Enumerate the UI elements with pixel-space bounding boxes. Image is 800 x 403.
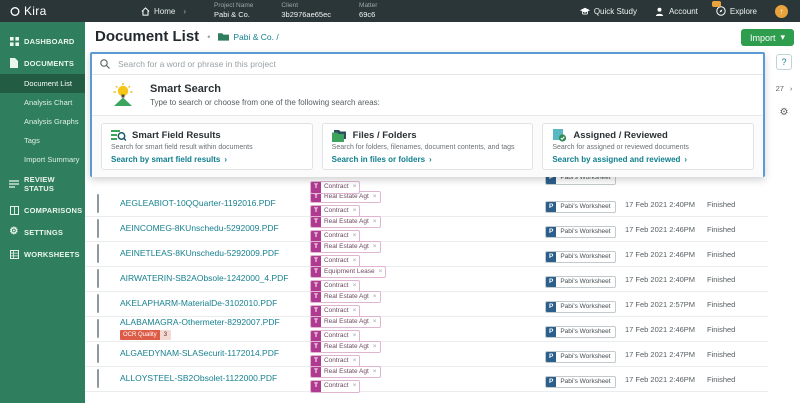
search-by-smart-field-link[interactable]: Search by smart field results › (111, 155, 303, 164)
account-link[interactable]: Account (655, 6, 698, 16)
home-icon (140, 6, 150, 16)
smart-search-subtitle: Type to search or choose from one of the… (150, 98, 380, 107)
chevron-right-icon: › (684, 155, 687, 164)
breadcrumb-chevron-icon: › (183, 7, 186, 16)
client-field: Client 3b2976ae65ec (281, 2, 331, 20)
gear-icon: ⚙ (9, 227, 19, 237)
kira-logo[interactable]: Kira (0, 4, 85, 18)
document-icon (9, 58, 19, 68)
sidebar-item-analysis-chart[interactable]: Analysis Chart (0, 93, 85, 112)
sidebar-item-settings[interactable]: ⚙ SETTINGS (0, 221, 85, 243)
list-lines-icon (9, 179, 19, 189)
sidebar-item-worksheets[interactable]: WORKSHEETS (0, 243, 85, 265)
explore-notification-badge (712, 1, 721, 7)
graduation-cap-icon (580, 6, 590, 16)
upload-status-icon[interactable]: ↑ (775, 5, 788, 18)
sidebar-item-import-summary[interactable]: Import Summary (0, 150, 85, 169)
sidebar-item-analysis-graphs[interactable]: Analysis Graphs (0, 112, 85, 131)
panel-smart-field-results[interactable]: Smart Field Results Search for smart fie… (101, 123, 313, 170)
right-rail: ? 27 › ⚙ (768, 52, 800, 118)
smart-search-beacon-icon (110, 82, 136, 108)
sidebar-item-comparisons[interactable]: COMPARISONS (0, 199, 85, 221)
sidebar-item-review-status[interactable]: REVIEW STATUS (0, 169, 85, 199)
tag-chip[interactable]: T Contract × (310, 181, 360, 194)
smart-search-title: Smart Search (150, 83, 380, 95)
smart-search-header: Smart Search Type to search or choose fr… (92, 75, 763, 115)
search-by-assigned-link[interactable]: Search by assigned and reviewed › (552, 155, 744, 164)
project-name-field: Project Name Pabi & Co. (214, 2, 253, 20)
search-input[interactable] (116, 58, 755, 70)
search-icon (100, 59, 110, 69)
chevron-right-icon: › (429, 155, 432, 164)
smart-field-icon (111, 129, 126, 142)
search-in-files-link[interactable]: Search in files or folders › (332, 155, 524, 164)
top-bar: Kira Home › Project Name Pabi & Co. Clie… (0, 0, 800, 22)
kira-logo-icon (10, 6, 20, 16)
pagination[interactable]: 27 › (776, 84, 793, 93)
sidebar-item-document-list[interactable]: Document List (0, 74, 85, 93)
sidebar-nav: DASHBOARD DOCUMENTS Document List Analys… (0, 22, 85, 403)
person-icon (655, 6, 665, 16)
smart-search-panels: Smart Field Results Search for smart fie… (92, 115, 763, 177)
tag-remove-icon[interactable]: × (352, 182, 360, 193)
compass-icon (716, 6, 726, 16)
quick-study-link[interactable]: Quick Study (580, 6, 637, 16)
kira-app-window: Kira Home › Project Name Pabi & Co. Clie… (0, 0, 800, 403)
assigned-check-icon (552, 129, 567, 142)
home-link[interactable]: Home › (140, 6, 186, 16)
search-bar (92, 54, 763, 75)
book-icon (9, 205, 19, 215)
sidebar-item-tags[interactable]: Tags (0, 131, 85, 150)
table-settings-gear-icon[interactable]: ⚙ (780, 107, 789, 118)
explore-link[interactable]: Explore (716, 6, 757, 16)
sidebar-item-dashboard[interactable]: DASHBOARD (0, 30, 85, 52)
help-button[interactable]: ? (776, 54, 792, 70)
pagination-count: 27 (776, 84, 784, 93)
smart-search-popup: Smart Search Type to search or choose fr… (90, 52, 765, 177)
panel-assigned-reviewed[interactable]: Assigned / Reviewed Search for assigned … (542, 123, 754, 170)
panel-files-folders[interactable]: Files / Folders Search for folders, file… (322, 123, 534, 170)
sidebar-item-documents[interactable]: DOCUMENTS (0, 52, 85, 74)
table-icon (9, 249, 19, 259)
main-content: Document List • Pabi & Co. / Import ▾ ? … (85, 22, 800, 403)
next-page-icon[interactable]: › (790, 84, 793, 93)
grid-icon (9, 36, 19, 46)
chevron-right-icon: › (224, 155, 227, 164)
tag-type-icon: T (311, 182, 321, 193)
matter-field: Matter 69c6 (359, 2, 377, 20)
folders-icon (332, 129, 347, 142)
kira-logo-text: Kira (24, 4, 47, 18)
